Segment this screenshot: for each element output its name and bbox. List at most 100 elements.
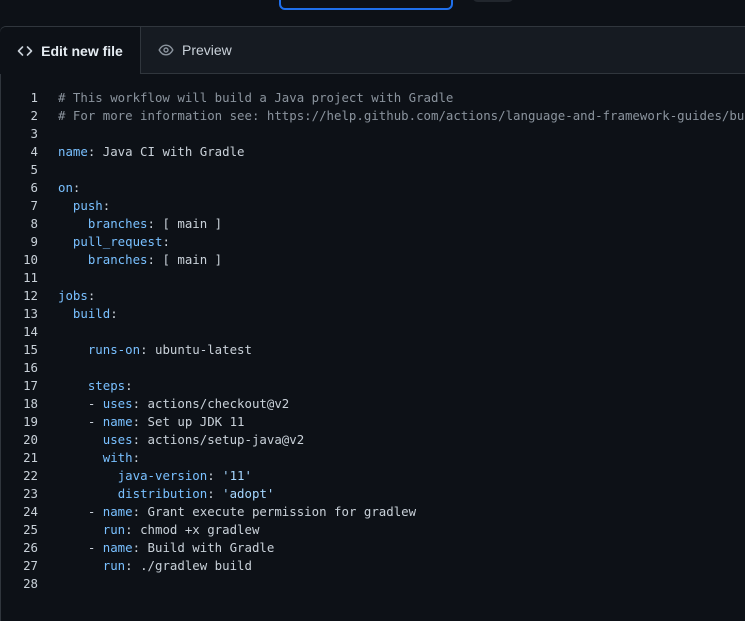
code-line[interactable]: 16 <box>1 359 745 377</box>
code-line[interactable]: 15 runs-on: ubuntu-latest <box>1 341 745 359</box>
yaml-key: branches <box>87 216 148 231</box>
line-number: 26 <box>23 540 38 555</box>
yaml-key: pull_request <box>72 234 163 249</box>
tab-preview[interactable]: Preview <box>158 27 232 73</box>
line-text: jobs: <box>58 287 95 305</box>
code-line[interactable]: 24 - name: Grant execute permission for … <box>1 503 745 521</box>
yaml-key: uses <box>102 432 133 447</box>
code-line[interactable]: 12 jobs: <box>1 287 745 305</box>
yaml-key: uses <box>102 396 133 411</box>
yaml-string: '11' <box>222 468 252 483</box>
code-editor[interactable]: 1 # This workflow will build a Java proje… <box>1 89 745 593</box>
code-line[interactable]: 17 steps: <box>1 377 745 395</box>
code-line[interactable]: 26 - name: Build with Gradle <box>1 539 745 557</box>
line-number: 24 <box>23 504 38 519</box>
yaml-text: - <box>58 540 103 555</box>
line-number: 3 <box>30 126 38 141</box>
line-text: run: ./gradlew build <box>58 557 252 575</box>
breadcrumb-bar <box>0 0 745 10</box>
line-number: 15 <box>23 342 38 357</box>
code-line[interactable]: 21 with: <box>1 449 745 467</box>
line-text: branches: [ main ] <box>58 215 222 233</box>
yaml-text: : [ main ] <box>147 252 223 267</box>
yaml-text <box>58 216 88 231</box>
code-line[interactable]: 18 - uses: actions/checkout@v2 <box>1 395 745 413</box>
code-line[interactable]: 6 on: <box>1 179 745 197</box>
line-text: java-version: '11' <box>58 467 252 485</box>
code-line[interactable]: 19 - name: Set up JDK 11 <box>1 413 745 431</box>
branch-pill[interactable] <box>472 0 514 2</box>
yaml-text: : chmod +x gradlew <box>125 522 260 537</box>
line-text: name: Java CI with Gradle <box>58 143 245 161</box>
yaml-text: : <box>87 288 96 303</box>
code-line[interactable]: 28 <box>1 575 745 593</box>
yaml-key: java-version <box>117 468 208 483</box>
yaml-text: : Grant execute permission for gradlew <box>132 504 417 519</box>
tab-edit-new-file[interactable]: Edit new file <box>0 27 141 74</box>
line-number: 16 <box>23 360 38 375</box>
line-number: 28 <box>23 576 38 591</box>
yaml-text: : <box>102 198 111 213</box>
code-icon <box>17 43 33 59</box>
code-line[interactable]: 9 pull_request: <box>1 233 745 251</box>
code-line[interactable]: 8 branches: [ main ] <box>1 215 745 233</box>
code-line[interactable]: 23 distribution: 'adopt' <box>1 485 745 503</box>
line-number: 4 <box>30 144 38 159</box>
yaml-text: : Build with Gradle <box>132 540 275 555</box>
line-number: 19 <box>23 414 38 429</box>
yaml-text <box>58 252 88 267</box>
code-line[interactable]: 13 build: <box>1 305 745 323</box>
yaml-text: : Java CI with Gradle <box>87 144 245 159</box>
line-text: steps: <box>58 377 133 395</box>
yaml-text <box>58 522 103 537</box>
code-line[interactable]: 1 # This workflow will build a Java proje… <box>1 89 745 107</box>
yaml-text: : [ main ] <box>147 216 223 231</box>
yaml-key: push <box>72 198 103 213</box>
line-text: - name: Build with Gradle <box>58 539 275 557</box>
line-number: 20 <box>23 432 38 447</box>
filename-input[interactable] <box>279 0 453 10</box>
line-text: run: chmod +x gradlew <box>58 521 260 539</box>
line-number: 6 <box>30 180 38 195</box>
yaml-text <box>58 378 88 393</box>
yaml-text: : ./gradlew build <box>125 558 252 573</box>
line-text: branches: [ main ] <box>58 251 222 269</box>
yaml-key: distribution <box>117 486 208 501</box>
line-text: uses: actions/setup-java@v2 <box>58 431 304 449</box>
line-number: 5 <box>30 162 38 177</box>
line-number: 12 <box>23 288 38 303</box>
yaml-text <box>58 198 73 213</box>
line-text: build: <box>58 305 118 323</box>
yaml-text: : <box>125 378 133 393</box>
line-text: # This workflow will build a Java projec… <box>58 89 453 107</box>
code-line[interactable]: 25 run: chmod +x gradlew <box>1 521 745 539</box>
line-number: 13 <box>23 306 38 321</box>
yaml-key: jobs <box>58 288 88 303</box>
line-text: pull_request: <box>58 233 170 251</box>
line-number: 22 <box>23 468 38 483</box>
yaml-key: with <box>102 450 133 465</box>
code-line[interactable]: 2 # For more information see: https://hel… <box>1 107 745 125</box>
code-line[interactable]: 10 branches: [ main ] <box>1 251 745 269</box>
yaml-text: - <box>58 414 103 429</box>
line-text: with: <box>58 449 140 467</box>
code-line[interactable]: 27 run: ./gradlew build <box>1 557 745 575</box>
yaml-text <box>58 558 103 573</box>
code-line[interactable]: 5 <box>1 161 745 179</box>
code-line[interactable]: 22 java-version: '11' <box>1 467 745 485</box>
yaml-text <box>58 468 118 483</box>
editor-tabbar: Edit new file Preview <box>0 27 745 74</box>
yaml-key: run <box>102 522 126 537</box>
yaml-text: : Set up JDK 11 <box>132 414 245 429</box>
code-line[interactable]: 4 name: Java CI with Gradle <box>1 143 745 161</box>
line-text: push: <box>58 197 110 215</box>
yaml-key: runs-on <box>87 342 141 357</box>
code-line[interactable]: 20 uses: actions/setup-java@v2 <box>1 431 745 449</box>
code-line[interactable]: 14 <box>1 323 745 341</box>
code-line[interactable]: 7 push: <box>1 197 745 215</box>
code-line[interactable]: 11 <box>1 269 745 287</box>
code-line[interactable]: 3 <box>1 125 745 143</box>
yaml-text: : <box>132 450 141 465</box>
yaml-comment: # For more information see: https://help… <box>58 108 745 123</box>
yaml-text <box>58 486 118 501</box>
